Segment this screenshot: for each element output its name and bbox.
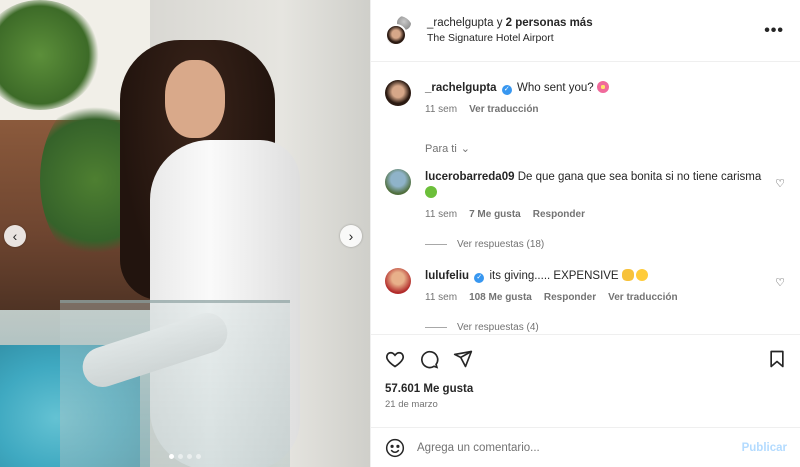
post-date: 21 de marzo	[385, 399, 438, 410]
replies-line	[425, 244, 447, 245]
avatar[interactable]	[385, 169, 411, 195]
chevron-right-icon[interactable]: ›	[340, 225, 362, 247]
chevron-down-icon: ⌄	[460, 143, 471, 155]
for-you-label: Para ti	[425, 142, 457, 155]
heart-icon[interactable]: ♡	[775, 177, 785, 190]
avatar[interactable]	[385, 268, 411, 294]
post-actions: 57.601 Me gusta 21 de marzo	[371, 334, 800, 410]
caption-text: Who sent you?	[516, 82, 594, 94]
avatar-primary	[385, 23, 407, 46]
collab-others[interactable]: 2 personas más	[506, 17, 593, 29]
comment-username[interactable]: lucerobarreda09	[425, 171, 515, 183]
view-replies-button[interactable]: Ver respuestas (18)	[425, 239, 787, 250]
more-horizontal-icon[interactable]: •••	[764, 22, 784, 40]
carousel-dot	[169, 454, 174, 459]
carousel-dot	[178, 454, 183, 459]
carousel-dot	[196, 454, 201, 459]
comments-list: _rachelgupta ✓ Who sent you? 11 sem Ver …	[371, 62, 800, 334]
action-icons	[385, 347, 787, 371]
post-media: ‹ ›	[0, 0, 370, 467]
header-text: _rachelgupta y 2 personas más The Signat…	[427, 17, 593, 44]
verified-badge-icon: ✓	[501, 85, 512, 95]
comment-age: 11 sem	[425, 209, 458, 220]
comment-likes[interactable]: 108 Me gusta	[469, 290, 532, 306]
translate-link[interactable]: Ver traducción	[469, 102, 538, 118]
caption-username[interactable]: _rachelgupta	[425, 82, 497, 94]
glass-railing	[60, 300, 290, 467]
chevron-left-icon[interactable]: ‹	[4, 225, 26, 247]
smile-icon[interactable]	[385, 438, 405, 458]
verified-badge-icon: ✓	[474, 273, 485, 283]
caption: _rachelgupta ✓ Who sent you? 11 sem Ver …	[385, 80, 787, 118]
for-you-filter[interactable]: Para ti ⌄	[425, 142, 787, 156]
nauseated-emoji-icon	[425, 186, 437, 198]
translate-link[interactable]: Ver traducción	[608, 290, 677, 306]
post-header: _rachelgupta y 2 personas más The Signat…	[371, 0, 800, 62]
post-dialog: ‹ › _rachelgupta y 2 personas más The Si…	[0, 0, 800, 467]
view-replies-button[interactable]: Ver respuestas (4)	[425, 322, 787, 333]
collab-names: _rachelgupta y 2 personas más	[427, 17, 593, 29]
heart-icon[interactable]: ♡	[775, 276, 785, 289]
reply-button[interactable]: Responder	[533, 207, 585, 223]
carousel-dot	[187, 454, 192, 459]
caption-age: 11 sem	[425, 104, 458, 115]
clapping-hands-emoji-icon	[621, 269, 634, 281]
comment-text: De que gana que sea bonita si no tiene c…	[517, 171, 762, 183]
author-username[interactable]: _rachelgupta	[427, 17, 494, 29]
send-icon[interactable]	[453, 349, 473, 369]
comment-input[interactable]: Agrega un comentario...	[417, 442, 742, 454]
comment-item: lulufeliu ✓ its giving..... EXPENSIVE 11…	[385, 268, 787, 306]
reply-button[interactable]: Responder	[544, 290, 596, 306]
view-replies-label: Ver respuestas (4)	[457, 322, 539, 333]
flower-emoji-icon	[596, 81, 609, 93]
avatar[interactable]	[385, 80, 411, 106]
replies-line	[425, 327, 447, 328]
view-replies-label: Ver respuestas (18)	[457, 239, 545, 250]
post-panel: _rachelgupta y 2 personas más The Signat…	[370, 0, 800, 467]
heart-eyes-emoji-icon	[635, 269, 648, 281]
likes-count[interactable]: 57.601 Me gusta	[385, 383, 787, 395]
comment-text: its giving..... EXPENSIVE	[489, 270, 619, 282]
heart-icon[interactable]	[385, 349, 405, 369]
bookmark-icon[interactable]	[767, 349, 787, 369]
comment-username[interactable]: lulufeliu	[425, 270, 469, 282]
comment-icon[interactable]	[419, 349, 439, 369]
collab-joiner: y	[496, 17, 503, 29]
comment-age: 11 sem	[425, 292, 458, 303]
comment-likes[interactable]: 7 Me gusta	[469, 207, 521, 223]
location-link[interactable]: The Signature Hotel Airport	[427, 32, 593, 44]
comment-item: lucerobarreda09 De que gana que sea boni…	[385, 169, 787, 223]
subject-face	[165, 60, 225, 138]
publish-button[interactable]: Publicar	[742, 442, 787, 454]
carousel-dots	[0, 454, 370, 459]
add-comment-bar: Agrega un comentario... Publicar	[371, 427, 800, 467]
avatar[interactable]	[385, 15, 413, 46]
